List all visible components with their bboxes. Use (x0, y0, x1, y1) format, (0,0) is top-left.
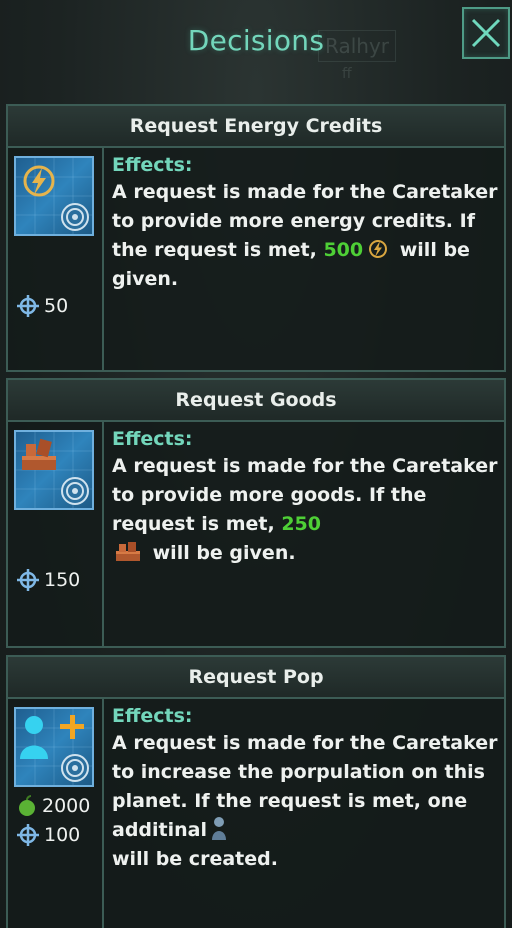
cost-value: 2000 (42, 795, 91, 817)
influence-icon (17, 569, 39, 591)
food-icon (19, 795, 35, 816)
cost-influence: 150 (16, 568, 80, 592)
cost-value: 100 (44, 824, 81, 846)
effect-description: A request is made for the Caretaker to p… (112, 452, 502, 568)
caretaker-emblem-icon (61, 477, 89, 505)
effect-text-end: will be given. (152, 542, 296, 564)
decision-image (14, 707, 94, 787)
effect-text-end: will be created. (112, 848, 278, 870)
influence-icon (17, 824, 39, 846)
cost-influence: 50 (16, 294, 68, 318)
goods-icon (22, 438, 56, 470)
caretaker-emblem-icon (61, 754, 89, 782)
effects-label: Effects: (112, 428, 193, 450)
decision-image (14, 430, 94, 510)
decision-title: Request Goods (8, 380, 504, 422)
decision-card-goods[interactable]: Request Goods 150 Effects: A request is … (6, 378, 506, 648)
effect-description: A request is made for the Caretaker to p… (112, 178, 502, 294)
influence-icon (17, 295, 39, 317)
decision-image (14, 156, 94, 236)
effects-label: Effects: (112, 705, 193, 727)
cost-value: 50 (44, 295, 69, 317)
cost-food: 2000 (16, 795, 90, 817)
effect-text: A request is made for the Caretaker to i… (112, 732, 498, 841)
cost-influence: 100 (16, 823, 80, 847)
close-button[interactable] (462, 7, 510, 59)
energy-icon (369, 240, 388, 258)
effect-amount: 250 (281, 513, 321, 535)
decision-icon-column: 150 (8, 422, 104, 648)
close-icon (471, 18, 501, 48)
decision-icon-column: 50 (8, 148, 104, 372)
goods-icon (116, 542, 140, 561)
energy-icon (23, 165, 55, 197)
decision-card-pop[interactable]: Request Pop 2000 100 Effects: A request … (6, 655, 506, 928)
background-planet-sublabel: ff (342, 66, 352, 82)
window-header: Ralhyr ff Decisions (0, 0, 512, 96)
decision-title: Request Pop (8, 657, 504, 699)
decision-icon-column: 2000 100 (8, 699, 104, 928)
decision-title: Request Energy Credits (8, 106, 504, 148)
effect-amount: 500 (323, 239, 364, 261)
decision-card-energy-credits[interactable]: Request Energy Credits 50 Effects: A req… (6, 104, 506, 372)
effect-description: A request is made for the Caretaker to i… (112, 729, 502, 874)
cost-value: 150 (44, 569, 81, 591)
caretaker-emblem-icon (61, 203, 89, 231)
pop-icon (212, 817, 226, 840)
effects-label: Effects: (112, 154, 193, 176)
window-title: Decisions (187, 24, 325, 57)
